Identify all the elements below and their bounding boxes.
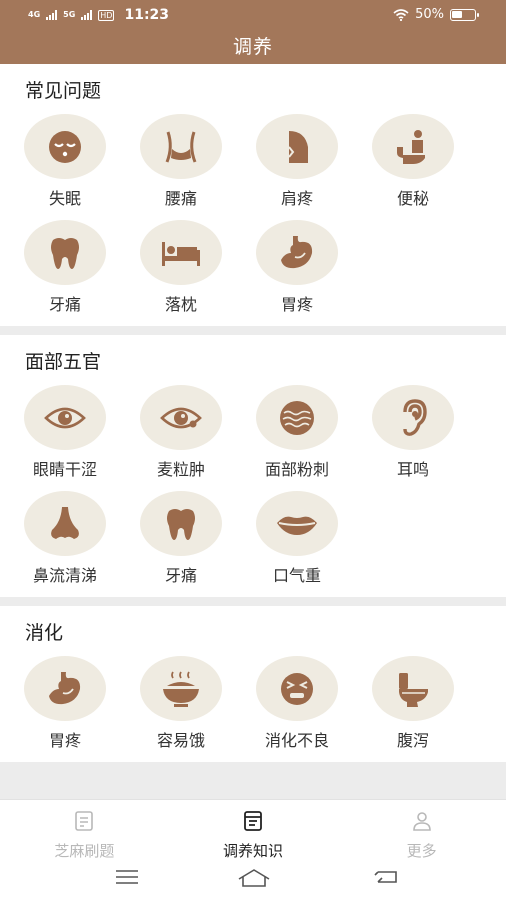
battery-icon	[450, 8, 479, 21]
back-icon[interactable]	[372, 867, 400, 887]
topic-label: 眼睛干涩	[32, 460, 97, 479]
status-bar: 4G 5G HD 11:23 50%	[0, 0, 506, 32]
topic-item[interactable]: 鼻流清涕	[7, 491, 123, 597]
toilet-icon	[372, 656, 454, 721]
topic-item[interactable]: 腰痛	[123, 114, 239, 220]
topic-label: 腰痛	[164, 189, 197, 208]
topic-item[interactable]: 牙痛	[7, 220, 123, 326]
section-title: 面部五官	[25, 351, 102, 373]
person-icon	[410, 809, 434, 837]
topic-label: 容易饿	[156, 731, 205, 750]
sleepy-face-icon	[24, 114, 106, 179]
signal-icon	[81, 10, 93, 20]
bottom-tab-bar: 芝麻刷题 调养知识 更多	[0, 799, 506, 860]
topic-label: 肩疼	[280, 189, 313, 208]
topic-item[interactable]: 麦粒肿	[123, 385, 239, 491]
eye-icon	[24, 385, 106, 450]
waist-icon	[140, 114, 222, 179]
item-grid: 眼睛干涩 麦粒肿 面部粉刺 耳鸣鼻流清涕 牙痛 口气重	[0, 385, 506, 597]
topic-item[interactable]: 口气重	[239, 491, 355, 597]
topic-label: 胃疼	[280, 295, 313, 314]
topic-item[interactable]: 容易饿	[123, 656, 239, 762]
topic-item[interactable]: 胃疼	[7, 656, 123, 762]
topic-item[interactable]: 面部粉刺	[239, 385, 355, 491]
topic-item[interactable]: 失眠	[7, 114, 123, 220]
nose-icon	[24, 491, 106, 556]
squint-face-icon	[256, 656, 338, 721]
exam-icon	[72, 809, 96, 837]
shoulder-icon	[256, 114, 338, 179]
topic-item[interactable]: 腹泻	[355, 656, 471, 762]
menu-icon[interactable]	[114, 867, 140, 887]
battery-percent: 50%	[415, 7, 444, 22]
topic-item[interactable]: 眼睛干涩	[7, 385, 123, 491]
topic-label: 面部粉刺	[264, 460, 329, 479]
section-1: 面部五官眼睛干涩 麦粒肿 面部粉刺 耳鸣鼻流清涕 牙痛 口气重	[0, 335, 506, 597]
tooth-icon	[140, 491, 222, 556]
topic-label: 消化不良	[264, 731, 329, 750]
network-5g-label: 5G	[63, 10, 76, 19]
topic-item[interactable]: 肩疼	[239, 114, 355, 220]
topic-item[interactable]: 落枕	[123, 220, 239, 326]
signal-icon	[46, 10, 58, 20]
topic-item[interactable]: 耳鸣	[355, 385, 471, 491]
lips-icon	[256, 491, 338, 556]
stomach-icon	[256, 220, 338, 285]
clock: 11:23	[124, 7, 170, 23]
home-icon[interactable]	[236, 867, 272, 889]
page-title: 调养	[232, 36, 273, 58]
tab-0[interactable]: 芝麻刷题	[0, 800, 169, 860]
section-2: 消化胃疼 容易饿 消化不良 腹泻	[0, 606, 506, 762]
tab-label: 更多	[406, 842, 437, 860]
tab-label: 调养知识	[223, 842, 284, 860]
section-title: 常见问题	[25, 80, 102, 102]
topic-label: 牙痛	[164, 566, 197, 585]
topic-label: 耳鸣	[396, 460, 429, 479]
item-grid: 失眠 腰痛 肩疼 便秘牙痛 落枕 胃疼	[0, 114, 506, 326]
topic-item[interactable]: 胃疼	[239, 220, 355, 326]
content-scroll[interactable]: 常见问题 失眠 腰痛 肩疼 便秘 牙痛 落枕 胃疼 面部五官 眼睛干涩 麦粒肿 面部粉刺 耳鸣 鼻流清涕牙…	[0, 64, 506, 799]
bed-icon	[140, 220, 222, 285]
topic-label: 鼻流清涕	[32, 566, 97, 585]
item-grid: 胃疼 容易饿 消化不良 腹泻	[0, 656, 506, 762]
stye-eye-icon	[140, 385, 222, 450]
tab-label: 芝麻刷题	[54, 842, 115, 860]
tab-1[interactable]: 调养知识	[169, 800, 338, 860]
notes-icon	[241, 809, 265, 837]
tab-2[interactable]: 更多	[337, 800, 506, 860]
system-nav-bar	[0, 859, 506, 900]
topic-label: 牙痛	[48, 295, 81, 314]
bowl-icon	[140, 656, 222, 721]
hd-badge: HD	[98, 9, 115, 21]
topic-label: 麦粒肿	[156, 460, 205, 479]
stomach-icon	[24, 656, 106, 721]
wifi-icon	[393, 8, 409, 21]
section-title: 消化	[25, 622, 64, 644]
topic-label: 落枕	[164, 295, 197, 314]
topic-label: 腹泻	[396, 731, 429, 750]
topic-item[interactable]: 消化不良	[239, 656, 355, 762]
topic-label: 便秘	[396, 189, 429, 208]
topic-label: 胃疼	[48, 731, 81, 750]
tooth-icon	[24, 220, 106, 285]
topic-item[interactable]: 便秘	[355, 114, 471, 220]
acne-face-icon	[256, 385, 338, 450]
topic-item[interactable]: 牙痛	[123, 491, 239, 597]
ear-icon	[372, 385, 454, 450]
topic-label: 失眠	[48, 189, 81, 208]
header-bar: 4G 5G HD 11:23 50% 调养	[0, 0, 506, 64]
topic-label: 口气重	[272, 566, 321, 585]
toilet-person-icon	[372, 114, 454, 179]
section-0: 常见问题失眠 腰痛 肩疼 便秘牙痛 落枕 胃疼	[0, 64, 506, 326]
network-4g-label: 4G	[28, 10, 41, 19]
